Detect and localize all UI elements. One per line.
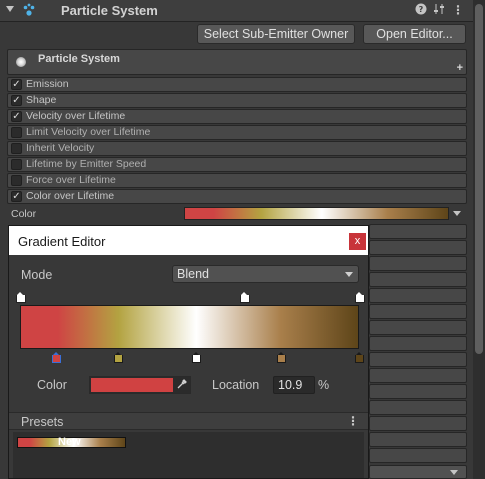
main-module-header[interactable]: Particle System + <box>7 49 467 75</box>
module-label: Emission <box>26 78 69 90</box>
module-label: Color over Lifetime <box>26 190 115 202</box>
component-header[interactable]: Particle System ? ⋮ <box>0 0 473 22</box>
module-checkbox[interactable]: ✓ <box>11 79 22 90</box>
particle-system-icon <box>23 3 35 16</box>
module-row[interactable] <box>369 304 467 319</box>
background-dropdown[interactable] <box>369 465 467 479</box>
add-module-button[interactable]: + <box>457 62 463 74</box>
module-row[interactable] <box>369 256 467 271</box>
component-title: Particle System <box>61 3 158 18</box>
gradient-field[interactable] <box>184 207 449 220</box>
gradient-editor-window: Gradient Editor x Mode Blend Color Locat… <box>8 225 369 479</box>
inspector-window: Particle System ? ⋮ Select Sub-Emitter O… <box>0 0 485 479</box>
module-row[interactable] <box>369 432 467 447</box>
module-row[interactable]: ✓ Color over Lifetime <box>7 189 467 204</box>
alpha-key-marker[interactable] <box>16 292 26 303</box>
chevron-down-icon <box>345 272 353 277</box>
color-label: Color <box>11 208 37 220</box>
module-row[interactable] <box>369 272 467 287</box>
module-row[interactable] <box>369 448 467 463</box>
close-button[interactable]: x <box>349 233 366 250</box>
svg-text:?: ? <box>419 5 424 14</box>
module-row[interactable] <box>369 400 467 415</box>
main-module-label: Particle System <box>38 53 120 65</box>
module-row[interactable] <box>369 320 467 335</box>
module-checkbox[interactable]: ✓ <box>11 191 22 202</box>
module-label: Shape <box>26 94 57 106</box>
location-label: Location <box>212 378 260 392</box>
module-row[interactable]: Force over Lifetime <box>7 173 467 188</box>
module-row[interactable]: Inherit Velocity <box>7 141 467 156</box>
preset-sliders-icon[interactable] <box>432 3 446 17</box>
help-icon[interactable]: ? <box>414 3 428 17</box>
module-row[interactable]: Limit Velocity over Lifetime <box>7 125 467 140</box>
vertical-scrollbar[interactable] <box>473 0 485 479</box>
mode-dropdown[interactable]: Blend <box>172 265 359 283</box>
color-key-marker[interactable] <box>191 352 201 364</box>
color-key-marker[interactable] <box>113 352 123 364</box>
color-key-marker[interactable] <box>52 352 62 364</box>
chevron-down-icon <box>450 470 458 475</box>
module-checkbox[interactable]: ✓ <box>11 95 22 106</box>
color-swatch[interactable] <box>91 378 173 392</box>
alpha-key-marker[interactable] <box>239 292 250 303</box>
module-row[interactable] <box>369 352 467 367</box>
alpha-key-marker[interactable] <box>355 292 365 303</box>
module-row[interactable]: ✓ Emission <box>7 77 467 92</box>
module-row[interactable]: ✓ Velocity over Lifetime <box>7 109 467 124</box>
module-checkbox[interactable]: ✓ <box>11 111 22 122</box>
module-row[interactable]: Lifetime by Emitter Speed <box>7 157 467 172</box>
module-checkbox[interactable] <box>11 127 22 138</box>
location-unit: % <box>318 378 330 392</box>
module-label: Limit Velocity over Lifetime <box>26 126 151 138</box>
select-sub-emitter-owner-button[interactable]: Select Sub-Emitter Owner <box>197 24 355 44</box>
presets-menu-icon[interactable]: ⋮ <box>347 414 359 428</box>
context-menu-icon[interactable]: ⋮ <box>451 3 465 17</box>
presets-label: Presets <box>21 415 64 429</box>
color-over-lifetime-row: Color <box>0 206 473 222</box>
gradient-editor-titlebar[interactable]: Gradient Editor x <box>9 226 368 255</box>
gradient-preview[interactable] <box>20 305 359 349</box>
open-editor-button[interactable]: Open Editor... <box>363 24 466 44</box>
mode-value: Blend <box>177 267 209 281</box>
module-label: Lifetime by Emitter Speed <box>26 158 147 170</box>
module-checkbox[interactable] <box>11 159 22 170</box>
module-checkbox[interactable] <box>11 143 22 154</box>
preset-new-label: New <box>58 436 81 448</box>
mode-label: Mode <box>21 268 53 282</box>
color-label: Color <box>37 378 67 392</box>
module-label: Force over Lifetime <box>26 174 116 186</box>
module-row[interactable] <box>369 224 467 239</box>
module-checkbox[interactable] <box>11 175 22 186</box>
color-key-marker[interactable] <box>276 352 286 364</box>
gradient-editor-title: Gradient Editor <box>18 234 106 249</box>
module-row[interactable] <box>369 336 467 351</box>
location-input[interactable]: 10.9 <box>273 376 315 394</box>
presets-library: New <box>13 432 364 478</box>
preset-new[interactable]: New <box>17 436 126 448</box>
eyedropper-icon[interactable] <box>176 378 189 392</box>
dropdown-arrow-icon[interactable] <box>453 211 461 216</box>
module-row[interactable] <box>369 384 467 399</box>
particle-preview-icon <box>16 57 26 67</box>
module-row[interactable] <box>369 288 467 303</box>
scrollbar-thumb[interactable] <box>475 4 483 354</box>
module-row[interactable] <box>369 416 467 431</box>
presets-header[interactable]: Presets ⋮ <box>9 412 368 430</box>
color-field[interactable] <box>89 376 191 394</box>
color-key-marker[interactable] <box>354 352 364 364</box>
module-row[interactable] <box>369 368 467 383</box>
module-label: Inherit Velocity <box>26 142 95 154</box>
module-row[interactable]: ✓ Shape <box>7 93 467 108</box>
foldout-arrow-icon[interactable] <box>6 6 14 12</box>
module-row[interactable] <box>369 240 467 255</box>
module-label: Velocity over Lifetime <box>26 110 126 122</box>
